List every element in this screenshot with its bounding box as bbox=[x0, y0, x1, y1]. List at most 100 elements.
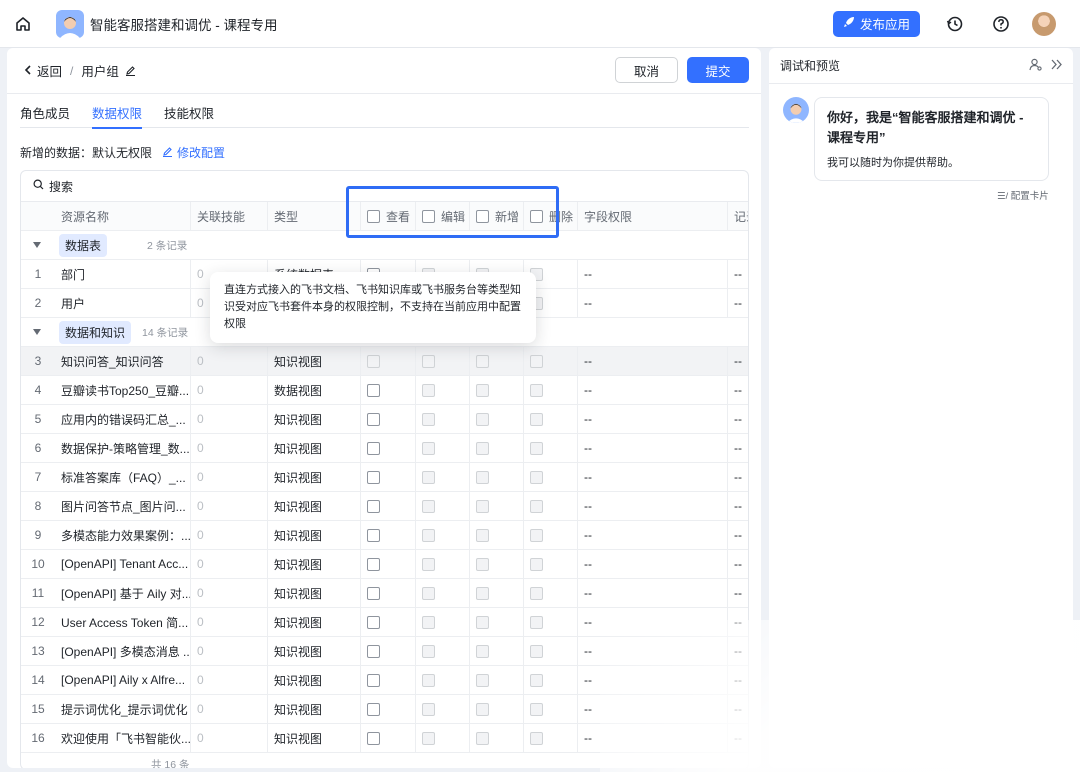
resource-name: 用户 bbox=[55, 289, 191, 317]
row-number: 9 bbox=[34, 528, 42, 542]
edit-checkbox bbox=[422, 470, 435, 484]
modify-config-link[interactable]: 修改配置 bbox=[162, 144, 225, 161]
select-all-delete-checkbox[interactable] bbox=[530, 209, 543, 223]
submit-button[interactable]: 提交 bbox=[687, 57, 749, 83]
table-row[interactable]: 6 数据保护-策略管理_数... 0 知识视图 -- -- bbox=[21, 434, 748, 463]
view-checkbox[interactable] bbox=[367, 470, 380, 484]
resource-name: 提示词优化_提示词优化 bbox=[55, 695, 191, 723]
view-checkbox[interactable] bbox=[367, 731, 380, 745]
view-checkbox[interactable] bbox=[367, 644, 380, 658]
collapse-triangle-icon[interactable] bbox=[33, 242, 41, 248]
linked-skills-count: 0 bbox=[191, 376, 268, 404]
view-cell bbox=[361, 550, 416, 578]
table-row[interactable]: 4 豆瓣读书Top250_豆瓣... 0 数据视图 -- -- bbox=[21, 376, 748, 405]
view-checkbox[interactable] bbox=[367, 673, 380, 687]
resource-name: 欢迎使用「飞书智能伙... bbox=[55, 724, 191, 752]
edit-checkbox bbox=[422, 644, 435, 658]
row-number: 1 bbox=[34, 267, 42, 281]
table-row[interactable]: 10 [OpenAPI] Tenant Acc... 0 知识视图 -- -- bbox=[21, 550, 748, 579]
add-cell bbox=[470, 695, 524, 723]
view-cell bbox=[361, 347, 416, 375]
breadcrumb-separator: / bbox=[70, 63, 74, 78]
delete-checkbox bbox=[530, 354, 543, 368]
view-checkbox[interactable] bbox=[367, 702, 380, 716]
view-cell bbox=[361, 695, 416, 723]
add-checkbox bbox=[476, 499, 489, 513]
view-checkbox[interactable] bbox=[367, 557, 380, 571]
table-row[interactable]: 11 [OpenAPI] 基于 Aily 对... 0 知识视图 -- -- bbox=[21, 579, 748, 608]
table-row[interactable]: 5 应用内的错误码汇总_... 0 知识视图 -- -- bbox=[21, 405, 748, 434]
history-icon[interactable] bbox=[944, 13, 966, 35]
resource-name: [OpenAPI] 基于 Aily 对... bbox=[55, 579, 191, 607]
row-number: 15 bbox=[31, 702, 45, 716]
view-checkbox[interactable] bbox=[367, 615, 380, 629]
search-input[interactable]: 搜索 bbox=[21, 171, 748, 202]
column-header-edit: 编辑 bbox=[416, 202, 470, 230]
select-all-edit-checkbox[interactable] bbox=[422, 209, 435, 223]
table-row[interactable]: 3 知识问答_知识问答 0 知识视图 -- -- bbox=[21, 347, 748, 376]
field-permission: -- bbox=[578, 579, 728, 607]
view-checkbox[interactable] bbox=[367, 528, 380, 542]
tab-skill-permission[interactable]: 技能权限 bbox=[164, 94, 214, 128]
edit-checkbox bbox=[422, 731, 435, 745]
publish-button[interactable]: 发布应用 bbox=[832, 10, 920, 37]
del-cell bbox=[524, 521, 578, 549]
app-title: 智能客服搭建和调优 - 课程专用 bbox=[90, 17, 278, 33]
edit-icon[interactable] bbox=[125, 65, 136, 76]
edit-icon bbox=[162, 146, 173, 160]
edit-cell bbox=[416, 724, 470, 752]
view-checkbox[interactable] bbox=[367, 412, 380, 426]
field-permission: -- bbox=[578, 463, 728, 491]
delete-checkbox bbox=[530, 528, 543, 542]
app-avatar bbox=[56, 9, 84, 38]
back-button[interactable]: 返回 bbox=[23, 61, 62, 80]
cancel-button[interactable]: 取消 bbox=[615, 57, 678, 83]
resource-name: 豆瓣读书Top250_豆瓣... bbox=[55, 376, 191, 404]
group-count: 2 条记录 bbox=[147, 239, 188, 252]
view-checkbox bbox=[367, 354, 380, 368]
view-checkbox[interactable] bbox=[367, 383, 380, 397]
resource-type: 知识视图 bbox=[268, 724, 361, 752]
user-settings-icon[interactable] bbox=[1029, 58, 1042, 74]
row-number: 4 bbox=[34, 383, 42, 397]
home-icon[interactable] bbox=[12, 13, 34, 35]
select-all-add-checkbox[interactable] bbox=[476, 209, 489, 223]
publish-label: 发布应用 bbox=[859, 18, 910, 32]
field-permission: -- bbox=[578, 521, 728, 549]
table-row[interactable]: 9 多模态能力效果案例：... 0 知识视图 -- -- bbox=[21, 521, 748, 550]
edit-cell bbox=[416, 463, 470, 491]
delete-checkbox bbox=[530, 441, 543, 455]
delete-checkbox bbox=[530, 470, 543, 484]
table-row[interactable]: 8 图片问答节点_图片问... 0 知识视图 -- -- bbox=[21, 492, 748, 521]
record-permission: -- bbox=[728, 550, 748, 578]
resource-type: 知识视图 bbox=[268, 666, 361, 694]
user-avatar[interactable] bbox=[1032, 11, 1056, 36]
resource-type: 知识视图 bbox=[268, 405, 361, 433]
help-icon[interactable] bbox=[990, 13, 1012, 35]
add-checkbox bbox=[476, 731, 489, 745]
resource-type: 知识视图 bbox=[268, 695, 361, 723]
view-checkbox[interactable] bbox=[367, 441, 380, 455]
add-cell bbox=[470, 434, 524, 462]
collapse-triangle-icon[interactable] bbox=[33, 329, 41, 335]
top-bar: 智能客服搭建和调优 - 课程专用 发布应用 bbox=[0, 0, 1080, 48]
view-checkbox[interactable] bbox=[367, 586, 380, 600]
edit-cell bbox=[416, 579, 470, 607]
resource-name: 知识问答_知识问答 bbox=[55, 347, 191, 375]
record-permission: -- bbox=[728, 579, 748, 607]
add-cell bbox=[470, 666, 524, 694]
add-checkbox bbox=[476, 557, 489, 571]
view-checkbox[interactable] bbox=[367, 499, 380, 513]
edit-cell bbox=[416, 492, 470, 520]
table-row[interactable]: 7 标准答案库（FAQ）_... 0 知识视图 -- -- bbox=[21, 463, 748, 492]
tab-role-members[interactable]: 角色成员 bbox=[20, 94, 70, 128]
tab-data-permission[interactable]: 数据权限 bbox=[92, 94, 143, 129]
edit-checkbox bbox=[422, 383, 435, 397]
card-config-link[interactable]: ☰/ 配置卡片 bbox=[997, 188, 1049, 202]
add-checkbox bbox=[476, 673, 489, 687]
add-checkbox bbox=[476, 354, 489, 368]
resource-type: 知识视图 bbox=[268, 463, 361, 491]
select-all-view-checkbox[interactable] bbox=[367, 209, 380, 223]
field-permission: -- bbox=[578, 260, 728, 288]
collapse-icon[interactable] bbox=[1050, 58, 1063, 74]
